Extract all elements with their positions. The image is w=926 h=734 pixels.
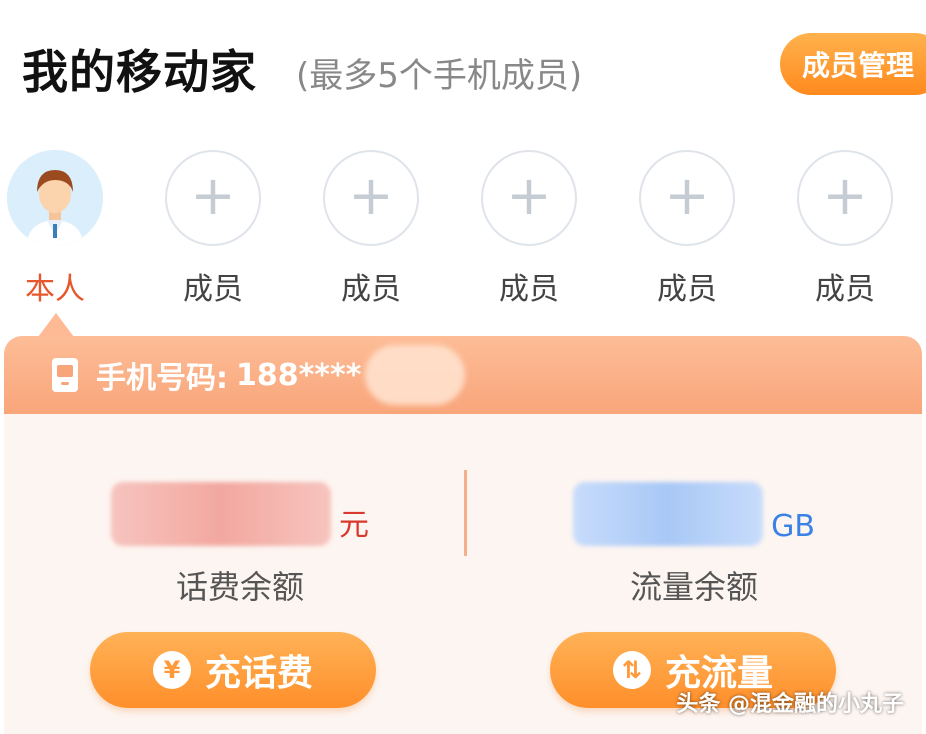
- member-manage-button[interactable]: 成员管理: [780, 33, 926, 95]
- member-label: 成员: [183, 272, 243, 307]
- add-member-button[interactable]: +: [481, 150, 577, 246]
- plus-icon: +: [348, 164, 394, 227]
- plus-icon: +: [190, 164, 236, 227]
- recharge-call-label: 充话费: [204, 653, 313, 694]
- add-member-slot[interactable]: + 成员: [474, 150, 584, 308]
- add-member-button[interactable]: +: [323, 150, 419, 246]
- call-balance-label: 话费余额: [175, 568, 304, 606]
- member-label-self: 本人: [25, 272, 85, 307]
- add-member-slot[interactable]: + 成员: [790, 150, 900, 308]
- plus-icon: +: [506, 164, 552, 227]
- plus-icon: +: [822, 164, 868, 227]
- divider: [464, 470, 467, 556]
- avatar[interactable]: [7, 150, 103, 246]
- add-member-button[interactable]: +: [165, 150, 261, 246]
- page-subtitle: (最多5个手机成员): [296, 56, 583, 96]
- account-card: 手机号码: 188**** 元 话费余额 GB 流量余额 ¥ 充话费 ⇅ 充流量: [4, 336, 922, 734]
- data-balance-label: 流量余额: [629, 568, 758, 606]
- add-member-slot[interactable]: + 成员: [316, 150, 426, 308]
- phone-number-bar: 手机号码: 188****: [4, 336, 922, 414]
- header: 我的移动家 (最多5个手机成员) 成员管理: [0, 0, 926, 140]
- page-title: 我的移动家: [22, 45, 257, 99]
- member-label: 成员: [815, 272, 875, 307]
- data-balance: GB 流量余额: [494, 476, 894, 608]
- plus-icon: +: [664, 164, 710, 227]
- call-balance-unit: 元: [339, 508, 369, 543]
- phone-icon: [52, 358, 78, 392]
- member-label: 成员: [657, 272, 717, 307]
- phone-number: 188****: [236, 357, 362, 393]
- member-list: 本人 + 成员 + 成员 + 成员 + 成员 + 成员: [0, 150, 926, 320]
- redacted-call-balance: [111, 482, 331, 546]
- yuan-icon: ¥: [152, 651, 191, 689]
- add-member-slot[interactable]: + 成员: [158, 150, 268, 308]
- phone-label: 手机号码:: [96, 361, 228, 396]
- recharge-call-button[interactable]: ¥ 充话费: [90, 632, 376, 708]
- selection-pointer: [38, 313, 74, 337]
- member-label: 成员: [341, 272, 401, 307]
- watermark: 头条 @混金融的小丸子: [676, 692, 904, 717]
- redacted-phone-digits: [365, 345, 466, 405]
- member-label: 成员: [499, 272, 559, 307]
- add-member-button[interactable]: +: [639, 150, 735, 246]
- data-balance-unit: GB: [771, 509, 815, 544]
- member-self[interactable]: 本人: [0, 150, 110, 308]
- add-member-button[interactable]: +: [797, 150, 893, 246]
- transfer-icon: ⇅: [612, 651, 651, 689]
- call-balance: 元 话费余额: [40, 476, 440, 608]
- add-member-slot[interactable]: + 成员: [632, 150, 742, 308]
- person-avatar-icon: [7, 150, 103, 246]
- redacted-data-balance: [573, 482, 764, 546]
